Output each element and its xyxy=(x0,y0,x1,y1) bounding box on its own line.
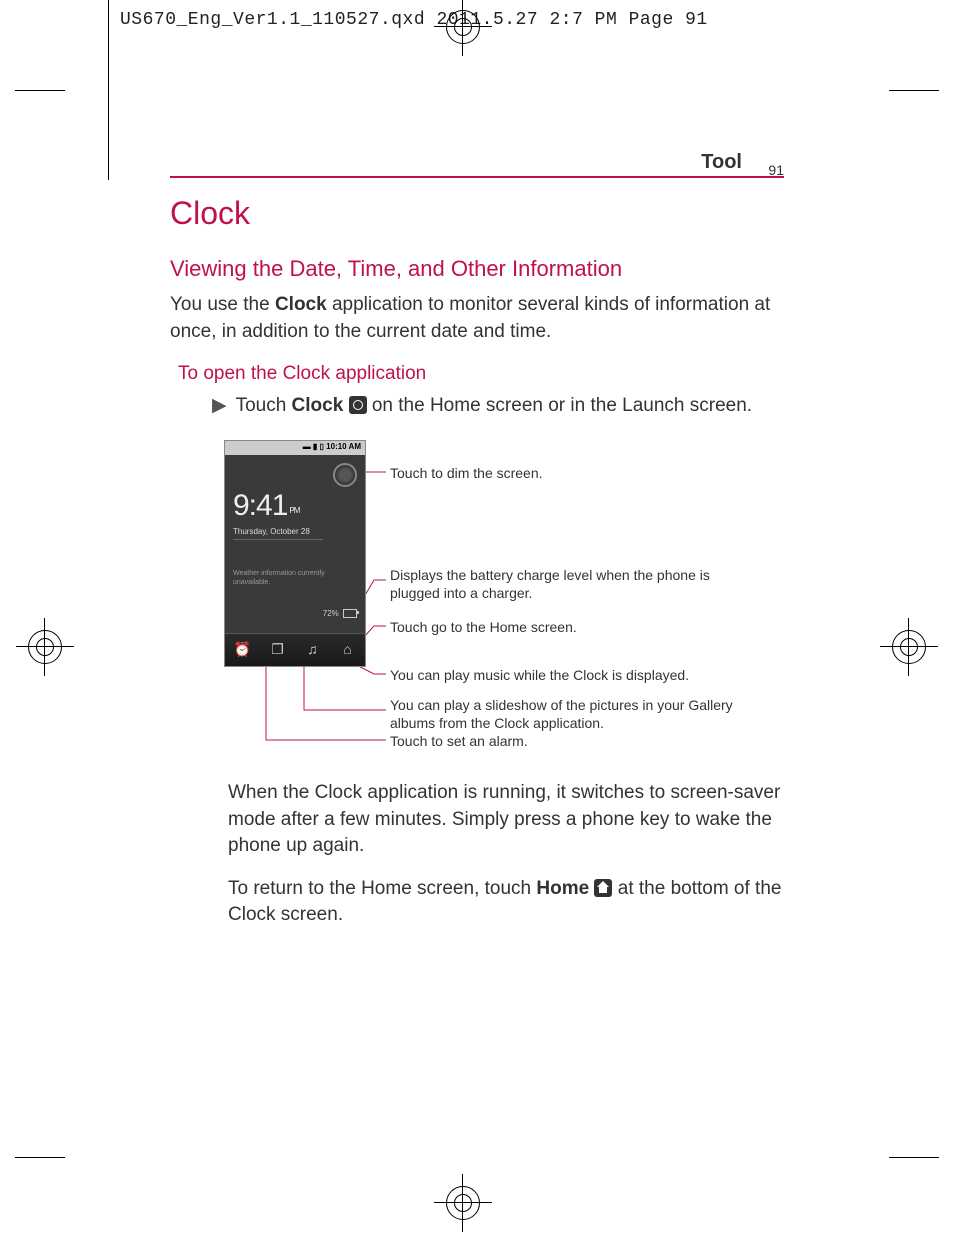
crop-line xyxy=(889,1157,939,1158)
section-subtitle: Viewing the Date, Time, and Other Inform… xyxy=(170,256,790,282)
callout-slideshow: You can play a slideshow of the pictures… xyxy=(390,696,750,732)
status-time: 10:10 AM xyxy=(326,442,361,451)
callout-battery: Displays the battery charge level when t… xyxy=(390,566,750,602)
text: To return to the Home screen, touch xyxy=(228,878,536,899)
time-value: 9:41 xyxy=(233,489,287,522)
ampm: PM xyxy=(289,506,299,515)
dim-button-icon xyxy=(333,463,357,487)
callout-music: You can play music while the Clock is di… xyxy=(390,666,750,684)
clock-app-figure: ▬ ▮ ▯ 10:10 AM 9:41PM Thursday, October … xyxy=(224,440,784,750)
file-slug: US670_Eng_Ver1.1_110527.qxd 2011.5.27 2:… xyxy=(120,10,708,30)
home-icon: ⌂ xyxy=(339,641,357,659)
paragraph-screensaver: When the Clock application is running, i… xyxy=(228,780,788,860)
status-bar: ▬ ▮ ▯ 10:10 AM xyxy=(225,441,365,455)
gallery-icon: ❐ xyxy=(269,641,287,659)
paragraph-return-home: To return to the Home screen, touch Home… xyxy=(228,876,788,929)
section-label: Tool xyxy=(701,151,742,174)
home-icon xyxy=(594,879,612,897)
phone-screenshot: ▬ ▮ ▯ 10:10 AM 9:41PM Thursday, October … xyxy=(224,440,366,667)
battery-indicator: 72% xyxy=(323,609,357,618)
clock-icon xyxy=(349,396,367,414)
battery-percent: 72% xyxy=(323,609,339,618)
text: You use the xyxy=(170,294,275,315)
text: on the Home screen or in the Launch scre… xyxy=(372,395,752,416)
triangle-bullet-icon: ▶ xyxy=(212,395,227,416)
callout-alarm: Touch to set an alarm. xyxy=(390,732,750,750)
signal-icon: ▬ ▮ ▯ xyxy=(303,442,326,451)
weather-text: Weather information currently unavailabl… xyxy=(233,569,333,587)
step-heading: To open the Clock application xyxy=(178,363,790,385)
clock-time: 9:41PM xyxy=(233,489,299,523)
callout-dim: Touch to dim the screen. xyxy=(390,464,750,482)
crop-line xyxy=(889,90,939,91)
text: Touch xyxy=(236,395,292,416)
clock-date: Thursday, October 28 xyxy=(233,527,323,540)
page-title: Clock xyxy=(170,195,790,232)
section-header: Tool 91 xyxy=(170,148,784,178)
registration-mark-icon xyxy=(28,630,62,664)
music-icon: ♫ xyxy=(304,641,322,659)
intro-paragraph: You use the Clock application to monitor… xyxy=(170,292,790,345)
instruction-line: ▶ Touch Clock on the Home screen or in t… xyxy=(212,393,790,420)
registration-mark-icon xyxy=(892,630,926,664)
registration-mark-icon xyxy=(446,10,480,44)
clock-bottom-bar: ⏰ ❐ ♫ ⌂ xyxy=(225,633,365,666)
bold-home: Home xyxy=(536,878,589,899)
alarm-icon: ⏰ xyxy=(234,641,252,659)
page-number: 91 xyxy=(768,162,784,178)
bold-app-name: Clock xyxy=(275,294,327,315)
bold-app-name: Clock xyxy=(292,395,344,416)
crop-line xyxy=(15,1157,65,1158)
crop-line xyxy=(15,90,65,91)
battery-icon xyxy=(343,609,357,618)
crop-line xyxy=(108,0,109,180)
callout-home: Touch go to the Home screen. xyxy=(390,618,750,636)
registration-mark-icon xyxy=(446,1186,480,1220)
